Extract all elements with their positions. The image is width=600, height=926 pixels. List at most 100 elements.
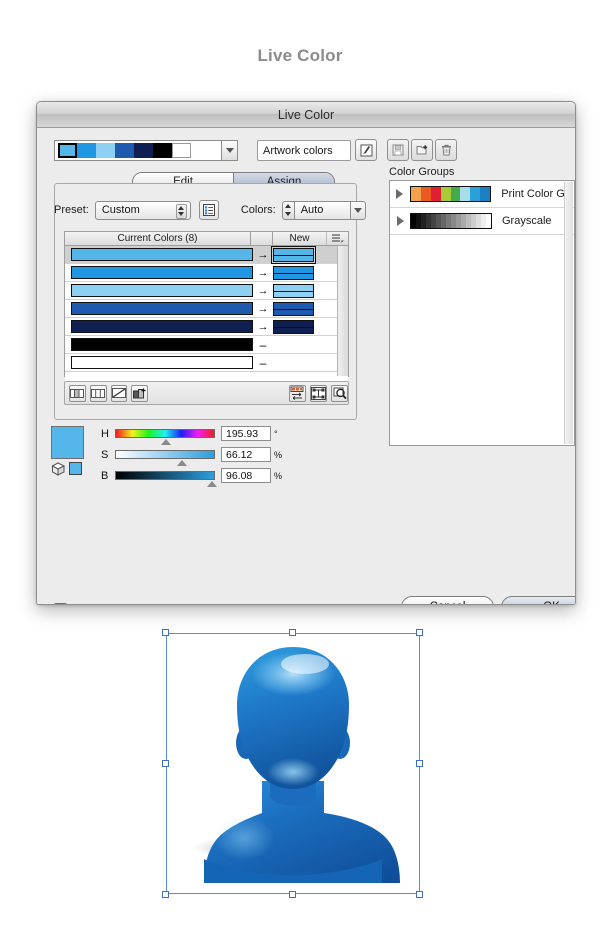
preview-zoom-button[interactable] bbox=[331, 384, 348, 402]
new-color-group-button[interactable] bbox=[411, 139, 433, 161]
recolor-art-row[interactable]: Recolor Art bbox=[54, 603, 127, 604]
slider-unit-b: % bbox=[274, 470, 283, 481]
slider-value-h[interactable]: 195.93 bbox=[221, 426, 271, 441]
list-options-icon bbox=[202, 204, 215, 216]
strip-swatch[interactable] bbox=[172, 143, 191, 158]
current-color-strip[interactable] bbox=[54, 140, 222, 161]
map-arrow-icon: → bbox=[257, 248, 269, 261]
cube-icon[interactable] bbox=[51, 461, 66, 476]
map-arrow-icon: → bbox=[257, 284, 269, 297]
table-row[interactable]: – bbox=[65, 354, 348, 372]
strip-swatch[interactable] bbox=[96, 143, 115, 158]
list-scrollbar[interactable] bbox=[337, 246, 348, 376]
colors-count-field[interactable]: Auto bbox=[294, 200, 351, 220]
slider-value-s[interactable]: 66.12 bbox=[221, 447, 271, 462]
page-title: Live Color bbox=[257, 46, 343, 65]
randomize-order-button[interactable] bbox=[310, 384, 328, 402]
slider-thumb-h[interactable] bbox=[161, 439, 171, 445]
cancel-button[interactable]: Cancel bbox=[401, 596, 494, 604]
group-swatch bbox=[486, 214, 491, 228]
separate-colors-button[interactable] bbox=[89, 384, 107, 402]
table-row[interactable]: → bbox=[65, 300, 348, 318]
current-color-swatch[interactable] bbox=[71, 320, 253, 333]
artwork-colors-field[interactable]: Artwork colors bbox=[257, 140, 351, 161]
selection-handle-bc[interactable] bbox=[289, 891, 296, 898]
slider-thumb-s[interactable] bbox=[177, 460, 187, 466]
current-color-swatch[interactable] bbox=[71, 338, 253, 351]
save-color-group-button[interactable] bbox=[387, 139, 409, 161]
merge-colors-icon bbox=[70, 388, 85, 398]
merge-colors-button[interactable] bbox=[69, 384, 86, 402]
color-group-swatches[interactable] bbox=[410, 213, 492, 229]
exclude-colors-icon bbox=[111, 388, 126, 398]
table-row[interactable]: → bbox=[65, 245, 348, 264]
color-groups-label: Color Groups bbox=[389, 166, 455, 178]
list-options-menu-icon[interactable] bbox=[326, 232, 348, 245]
selection-handle-bl[interactable] bbox=[162, 891, 169, 898]
expand-toggle[interactable] bbox=[390, 216, 410, 226]
selection-handle-ml[interactable] bbox=[162, 760, 169, 767]
strip-swatch[interactable] bbox=[77, 143, 96, 158]
slider-track-b[interactable] bbox=[115, 471, 217, 487]
slider-track-h[interactable] bbox=[115, 429, 215, 445]
list-item[interactable]: Grayscale bbox=[390, 208, 574, 235]
selection-handle-tr[interactable] bbox=[416, 629, 423, 636]
group-swatch bbox=[460, 187, 471, 201]
list-item[interactable]: Print Color G... bbox=[390, 181, 574, 208]
selected-color-preview[interactable] bbox=[51, 426, 84, 459]
new-color-swatch[interactable] bbox=[273, 283, 314, 298]
preset-select[interactable]: Custom bbox=[94, 200, 191, 220]
new-color-swatch[interactable] bbox=[273, 319, 314, 334]
delete-color-group-button[interactable] bbox=[435, 139, 457, 161]
selection-handle-br[interactable] bbox=[416, 891, 423, 898]
color-groups-list: Print Color G... Grayscale bbox=[390, 181, 574, 235]
table-row[interactable]: → bbox=[65, 282, 348, 300]
table-row[interactable]: → bbox=[65, 264, 348, 282]
preset-stepper-icon[interactable] bbox=[175, 203, 187, 219]
header-new: New bbox=[289, 233, 310, 244]
sort-rows-button[interactable] bbox=[289, 384, 307, 402]
color-reduction-options-button[interactable] bbox=[198, 200, 219, 220]
edit-colors-button[interactable] bbox=[355, 139, 377, 161]
recolor-art-checkbox[interactable] bbox=[54, 603, 67, 604]
colors-stepper[interactable] bbox=[281, 200, 295, 220]
selection-handle-mr[interactable] bbox=[416, 760, 423, 767]
slider-value-b[interactable]: 96.08 bbox=[221, 468, 271, 483]
color-group-swatches[interactable] bbox=[409, 186, 492, 202]
current-color-strip-swatches bbox=[58, 143, 191, 158]
current-color-swatch[interactable] bbox=[71, 266, 253, 279]
table-row[interactable]: – bbox=[65, 336, 348, 354]
preset-label: Preset: bbox=[54, 204, 89, 216]
colors-dropdown-arrow[interactable] bbox=[350, 200, 366, 220]
strip-swatch[interactable] bbox=[134, 143, 153, 158]
color-groups-scrollbar[interactable] bbox=[564, 182, 573, 444]
active-color-swatch[interactable] bbox=[69, 462, 82, 475]
strip-swatch[interactable] bbox=[115, 143, 134, 158]
strip-swatch[interactable] bbox=[153, 143, 172, 158]
color-strip-dropdown-arrow[interactable] bbox=[222, 140, 238, 161]
expand-toggle[interactable] bbox=[390, 189, 410, 199]
current-color-swatch[interactable] bbox=[71, 248, 253, 261]
strip-swatch[interactable] bbox=[58, 143, 77, 158]
randomize-order-icon bbox=[311, 386, 327, 400]
current-color-swatch[interactable] bbox=[71, 284, 253, 297]
slider-thumb-b[interactable] bbox=[207, 481, 217, 487]
add-color-icon bbox=[132, 388, 146, 398]
chevron-up-icon bbox=[285, 203, 292, 208]
add-color-button[interactable] bbox=[131, 384, 149, 402]
selection-handle-tc[interactable] bbox=[289, 629, 296, 636]
exclude-colors-button[interactable] bbox=[110, 384, 128, 402]
slider-track-s[interactable] bbox=[115, 450, 215, 466]
ok-button[interactable]: OK bbox=[501, 596, 575, 604]
new-color-swatch[interactable] bbox=[273, 265, 314, 280]
colors-value: Auto bbox=[300, 204, 324, 216]
dialog-body: Artwork colors Edit Assign Current Color… bbox=[37, 128, 575, 604]
current-color-swatch[interactable] bbox=[71, 302, 253, 315]
selection-handle-tl[interactable] bbox=[162, 629, 169, 636]
table-row[interactable]: → bbox=[65, 318, 348, 336]
current-color-swatch[interactable] bbox=[71, 356, 253, 369]
new-color-swatch[interactable] bbox=[273, 301, 314, 316]
new-color-swatch[interactable] bbox=[271, 245, 316, 264]
group-swatch bbox=[480, 187, 491, 201]
chevron-down-icon bbox=[353, 207, 362, 213]
